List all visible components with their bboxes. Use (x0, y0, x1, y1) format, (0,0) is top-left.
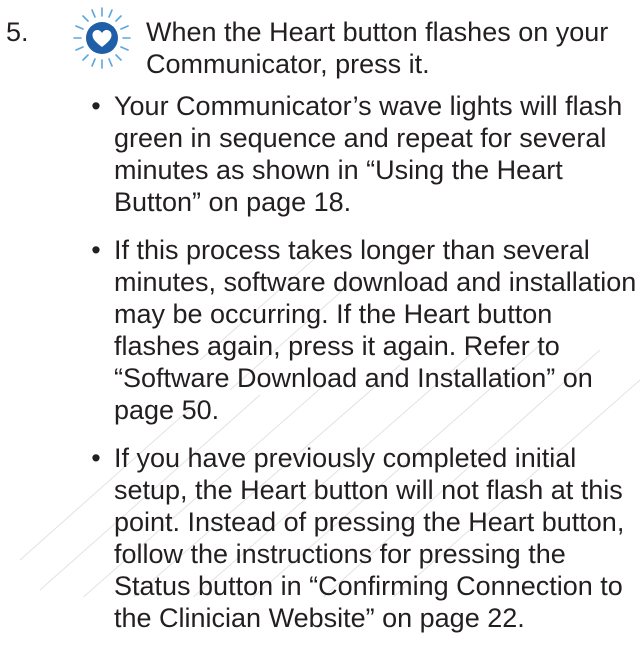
bullet-text: If you have previously completed initial… (114, 443, 625, 633)
heart-button-flashing-icon (73, 7, 131, 69)
list-item: • If this process takes longer than seve… (86, 234, 642, 426)
step-number: 5. (6, 17, 29, 47)
bullet-list: • Your Communicator’s wave lights will f… (86, 90, 642, 650)
list-item: • If you have previously completed initi… (86, 442, 642, 634)
step-instruction: When the Heart button flashes on your Co… (146, 17, 609, 79)
bullet-marker: • (91, 91, 101, 121)
bullet-marker: • (91, 443, 101, 473)
bullet-text: If this process takes longer than severa… (114, 235, 637, 425)
bullet-text: Your Communicator’s wave lights will fla… (114, 91, 623, 217)
document-page: 5. When the Heart button flashes on your… (0, 0, 644, 633)
bullet-marker: • (91, 235, 101, 265)
list-item: • Your Communicator’s wave lights will f… (86, 90, 642, 218)
